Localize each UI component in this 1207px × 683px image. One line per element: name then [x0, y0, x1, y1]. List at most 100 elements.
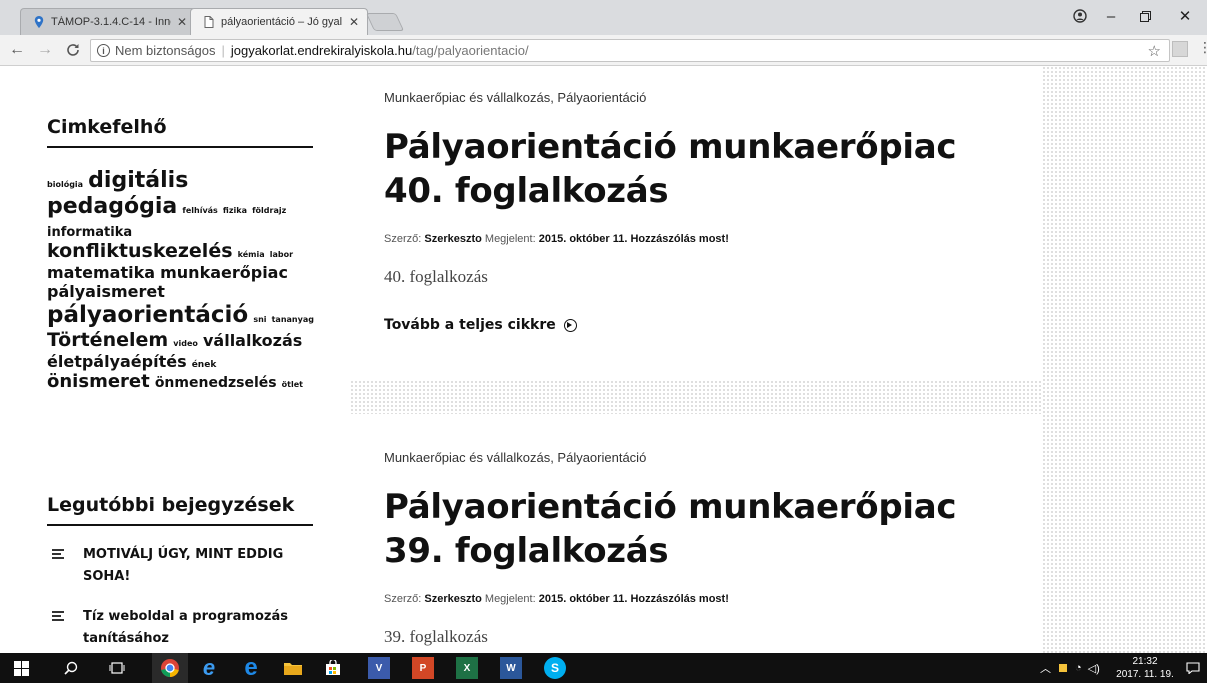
tagcloud-title: Cimkefelhő — [47, 116, 313, 148]
tag-cloud: biológia digitális pedagógia felhívás fi… — [47, 168, 317, 393]
recent-posts-title: Legutóbbi bejegyzések — [47, 494, 313, 526]
tag-link[interactable]: önmenedzselés — [155, 375, 277, 391]
date-label: Megjelent: — [484, 593, 536, 605]
store-icon[interactable] — [322, 657, 344, 679]
browser-menu-icon[interactable]: ⋮ — [1198, 39, 1207, 56]
tag-link[interactable]: digitális pedagógia — [47, 168, 188, 219]
forward-arrow-icon[interactable]: → — [34, 39, 56, 61]
tag-link[interactable]: video — [173, 339, 198, 348]
search-icon[interactable] — [60, 657, 82, 679]
url-path: /tag/palyaorientacio/ — [412, 43, 529, 58]
volume-icon[interactable]: ◁) — [1088, 662, 1100, 675]
excel-icon[interactable]: X — [456, 657, 478, 679]
list-icon — [52, 549, 64, 559]
tag-link[interactable]: felhívás — [182, 206, 217, 215]
tab-close-icon[interactable]: ✕ — [349, 15, 359, 29]
post-date[interactable]: 2015. október 11. — [539, 233, 628, 245]
tagcloud-widget: Cimkefelhő biológia digitális pedagógia … — [47, 116, 317, 393]
recent-posts-list: MOTIVÁLJ ÚGY, MINT EDDIG SOHA! Tíz webol… — [47, 544, 313, 650]
tag-link[interactable]: vállalkozás — [203, 331, 302, 350]
notification-icon[interactable] — [1186, 653, 1200, 683]
post-categories[interactable]: Munkaerőpiac és vállalkozás, Pályaorient… — [384, 450, 1024, 465]
bookmark-star-icon[interactable]: ☆ — [1148, 42, 1161, 60]
skype-icon[interactable]: S — [544, 657, 566, 679]
post-article: Munkaerőpiac és vállalkozás, Pályaorient… — [384, 450, 1024, 647]
post-excerpt: 40. foglalkozás — [384, 267, 488, 286]
tag-link[interactable]: sni — [253, 315, 266, 324]
tag-link[interactable]: konfliktuskezelés — [47, 240, 233, 262]
recent-post-link[interactable]: Tíz weboldal a programozás tanításához — [47, 606, 297, 650]
recent-post-link[interactable]: MOTIVÁLJ ÚGY, MINT EDDIG SOHA! — [47, 544, 297, 588]
restore-button[interactable] — [1123, 0, 1167, 32]
tag-link[interactable]: földrajz — [252, 206, 286, 215]
read-more-link[interactable]: Tovább a teljes cikkre — [384, 317, 577, 333]
tag-link[interactable]: Történelem — [47, 329, 168, 351]
tag-link[interactable]: önismeret — [47, 371, 150, 392]
powerpoint-icon[interactable]: P — [412, 657, 434, 679]
tag-link[interactable]: fizika — [223, 206, 247, 215]
tag-link[interactable]: biológia — [47, 180, 83, 189]
tag-link[interactable]: tananyag — [272, 315, 314, 324]
tag-link[interactable]: életpályaépítés — [47, 352, 187, 371]
security-status: Nem biztonságos — [115, 43, 216, 58]
date-label: Megjelent: — [484, 233, 536, 245]
page-icon — [204, 16, 214, 28]
dotted-background — [1042, 66, 1207, 653]
tab-close-icon[interactable]: ✕ — [177, 15, 187, 29]
browser-tab-tamop[interactable]: TÁMOP-3.1.4.C-14 - Inno ✕ — [20, 8, 196, 35]
system-tray: ︿ ◔ ◁) — [1040, 653, 1100, 683]
word-icon[interactable]: W — [500, 657, 522, 679]
tag-link[interactable]: pályaismeret — [47, 282, 165, 301]
edge-icon[interactable]: e — [240, 654, 262, 681]
comment-link[interactable]: Hozzászólás most! — [630, 233, 728, 245]
recent-post-title: Tíz weboldal a programozás tanításához — [83, 609, 288, 646]
web-page: Cimkefelhő biológia digitális pedagógia … — [0, 66, 1207, 653]
new-tab-button[interactable] — [365, 13, 405, 31]
browser-toolbar: ← → i Nem biztonságos | jogyakorlat.endr… — [0, 35, 1207, 66]
windows-start-icon[interactable] — [10, 657, 32, 679]
tray-app-icon[interactable] — [1059, 664, 1067, 672]
author-link[interactable]: Szerkeszto — [424, 593, 481, 605]
file-explorer-icon[interactable] — [282, 657, 304, 679]
tab-title: pályaorientáció – Jó gyal — [221, 16, 343, 28]
tag-link[interactable]: pályaorientáció — [47, 302, 248, 328]
author-link[interactable]: Szerkeszto — [424, 233, 481, 245]
tag-link[interactable]: kémia — [238, 250, 265, 259]
post-title[interactable]: Pályaorientáció munkaerőpiac 39. foglalk… — [384, 485, 1024, 573]
tag-link[interactable]: ének — [192, 360, 217, 370]
chrome-icon[interactable] — [152, 653, 188, 683]
address-bar[interactable]: i Nem biztonságos | jogyakorlat.endrekir… — [90, 39, 1170, 62]
close-window-button[interactable]: ✕ — [1163, 0, 1207, 32]
author-label: Szerző: — [384, 593, 422, 605]
chevron-up-icon[interactable]: ︿ — [1040, 660, 1051, 676]
post-date[interactable]: 2015. október 11. — [539, 593, 628, 605]
taskbar-clock[interactable]: 21:32 2017. 11. 19. — [1110, 655, 1180, 681]
extension-icon[interactable] — [1172, 41, 1188, 57]
arrow-circle-icon — [563, 318, 577, 332]
browser-tab-palyaorientacio[interactable]: pályaorientáció – Jó gyal ✕ — [190, 8, 368, 35]
tag-link[interactable]: ötlet — [282, 380, 303, 389]
url-domain: jogyakorlat.endrekiralyiskola.hu — [230, 43, 413, 58]
back-arrow-icon[interactable]: ← — [6, 39, 28, 61]
tag-link[interactable]: labor — [270, 250, 293, 259]
recent-posts-widget: Legutóbbi bejegyzések MOTIVÁLJ ÚGY, MINT… — [47, 494, 313, 653]
separator: | — [221, 43, 225, 58]
info-icon[interactable]: i — [97, 44, 110, 57]
reload-icon[interactable] — [62, 39, 84, 61]
post-categories[interactable]: Munkaerőpiac és vállalkozás, Pályaorient… — [384, 90, 1024, 105]
comment-link[interactable]: Hozzászólás most! — [630, 593, 728, 605]
clock-time: 21:32 — [1132, 656, 1158, 667]
author-label: Szerző: — [384, 233, 422, 245]
map-pin-icon — [34, 16, 44, 28]
visio-icon[interactable]: V — [368, 657, 390, 679]
tag-link[interactable]: munkaerőpiac — [160, 263, 288, 282]
tab-title: TÁMOP-3.1.4.C-14 - Inno — [51, 16, 171, 28]
wifi-icon[interactable]: ◔ — [1075, 662, 1082, 674]
tag-link[interactable]: informatika — [47, 225, 132, 240]
task-view-icon[interactable] — [106, 657, 128, 679]
post-excerpt: 39. foglalkozás — [384, 627, 488, 646]
post-title[interactable]: Pályaorientáció munkaerőpiac 40. foglalk… — [384, 125, 1024, 213]
tag-link[interactable]: matematika — [47, 263, 155, 282]
internet-explorer-icon[interactable]: e — [198, 655, 220, 680]
post-article: Munkaerőpiac és vállalkozás, Pályaorient… — [384, 90, 1024, 334]
